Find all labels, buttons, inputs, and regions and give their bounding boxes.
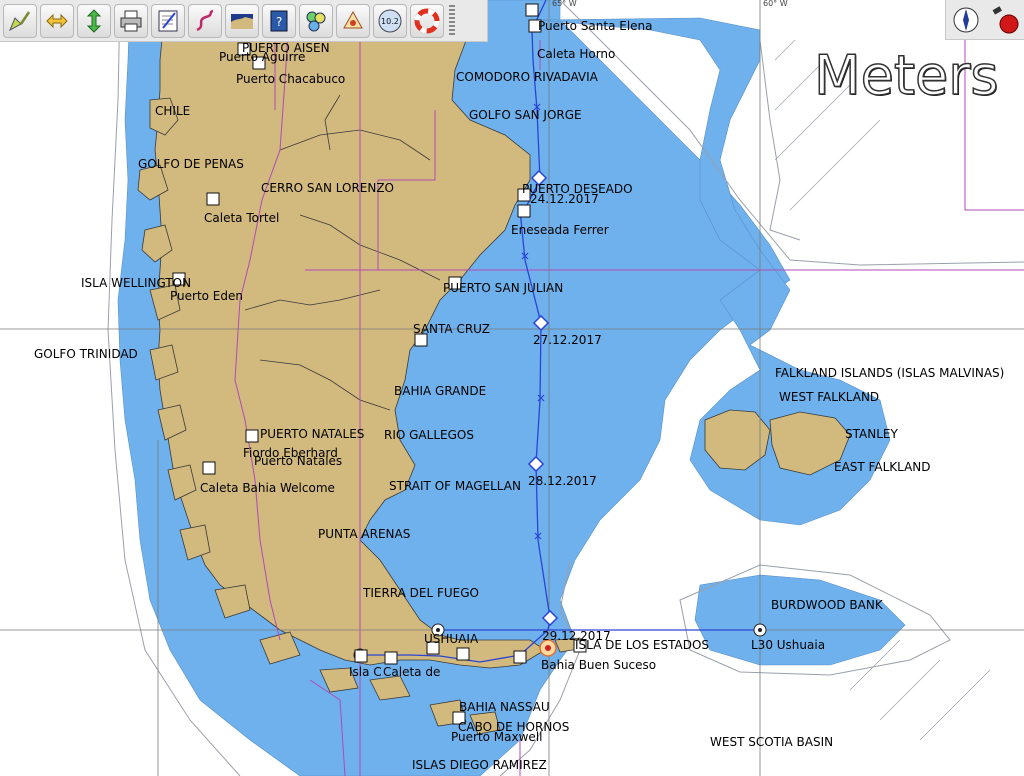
layers-icon xyxy=(306,11,326,31)
label-isla-wellington: ISLA WELLINGTON xyxy=(81,276,191,290)
label-punta-arenas: PUNTA ARENAS xyxy=(318,527,410,541)
svg-text:10.2: 10.2 xyxy=(381,17,399,26)
label-west-falkland: WEST FALKLAND xyxy=(779,390,879,404)
zoom-in-button[interactable] xyxy=(40,3,74,38)
label-puerto-eden: Puerto Eden xyxy=(170,289,243,303)
label-lon-60w: 60° W xyxy=(763,0,788,8)
label-caleta-bahia-welcome: Caleta Bahia Welcome xyxy=(200,481,335,495)
svg-text:?: ? xyxy=(276,15,282,29)
track-icon xyxy=(196,9,214,31)
chart-quilt-button[interactable] xyxy=(225,3,259,38)
label-puerto-san-julian: PUERTO SAN JULIAN xyxy=(443,281,563,295)
pencil-route-icon xyxy=(8,10,31,31)
compass-button[interactable] xyxy=(950,4,982,36)
label-tierra-del-fuego: TIERRA DEL FUEGO xyxy=(362,586,479,600)
label-caleta-tortel: Caleta Tortel xyxy=(204,211,279,225)
checklist-icon xyxy=(158,10,178,31)
toolbar-grip[interactable] xyxy=(449,4,455,37)
label-east-falkland: EAST FALKLAND xyxy=(834,460,931,474)
label-ushuaia: USHUAIA xyxy=(424,632,479,646)
label-rio-gallegos: RIO GALLEGOS xyxy=(384,428,474,442)
label-west-scotia-basin: WEST SCOTIA BASIN xyxy=(710,735,833,749)
print-button[interactable] xyxy=(114,3,148,38)
lifebuoy-icon xyxy=(414,8,440,33)
label-bahia-nassau: BAHIA NASSAU xyxy=(459,700,550,714)
label-date-27: 27.12.2017 xyxy=(533,333,602,347)
vertical-arrows-icon xyxy=(86,8,102,33)
mob-button[interactable] xyxy=(410,3,444,38)
label-stanley: STANLEY xyxy=(845,427,898,441)
settings-icon xyxy=(343,10,363,28)
label-caleta-de: Caleta de xyxy=(383,665,440,679)
main-toolbar: ? 10.2 xyxy=(0,0,488,42)
label-l30-ushuaia: L30 Ushuaia xyxy=(751,638,825,652)
label-strait-of-magellan: STRAIT OF MAGELLAN xyxy=(389,479,521,493)
units-label: Meters xyxy=(813,43,999,108)
label-falkland-islands: FALKLAND ISLANDS (ISLAS MALVINAS) xyxy=(775,366,1004,380)
zoom-out-button[interactable] xyxy=(77,3,111,38)
label-puerto-santa-elena: Puerto Santa Elena xyxy=(538,19,653,33)
label-puerto-natales: Puerto Natales xyxy=(254,454,342,468)
label-bahia-buen-suceso: Bahia Buen Suceso xyxy=(541,658,656,672)
gps-status-button[interactable] xyxy=(989,4,1021,36)
help-button[interactable]: ? xyxy=(262,3,296,38)
label-lon-65w: 65° W xyxy=(552,0,577,8)
label-eneseada-ferrer: Eneseada Ferrer xyxy=(511,223,609,237)
gauge-icon: 10.2 xyxy=(378,9,402,32)
route-manager-button[interactable] xyxy=(151,3,185,38)
label-isla-de-los-estados: ISLA DE LOS ESTADOS xyxy=(575,638,709,652)
label-bahia-grande: BAHIA GRANDE xyxy=(394,384,486,398)
label-santa-cruz: SANTA CRUZ xyxy=(413,322,490,336)
label-islas-diego-ramirez: ISLAS DIEGO RAMIREZ xyxy=(412,758,547,772)
label-date-24: 24.12.2017 xyxy=(530,192,599,206)
label-puerto-natales-caps: PUERTO NATALES xyxy=(260,427,364,441)
label-burdwood-bank: BURDWOOD BANK xyxy=(771,598,884,612)
label-comodoro-rivadavia: COMODORO RIVADAVIA xyxy=(456,70,599,84)
route-tool-button[interactable] xyxy=(3,3,37,38)
help-book-icon: ? xyxy=(270,10,288,31)
gps-icon xyxy=(992,5,1018,33)
label-chile: CHILE xyxy=(155,104,190,118)
nautical-chart[interactable]: Puerto Santa Elena Caleta Horno COMODORO… xyxy=(0,0,1024,776)
label-caleta-horno: Caleta Horno xyxy=(537,47,615,61)
compass-icon xyxy=(953,7,978,32)
label-cerro-san-lorenzo: CERRO SAN LORENZO xyxy=(261,181,394,195)
track-button[interactable] xyxy=(188,3,222,38)
settings-button[interactable] xyxy=(336,3,370,38)
label-golfo-san-jorge: GOLFO SAN JORGE xyxy=(469,108,582,122)
chart-icon xyxy=(231,13,253,29)
label-golfo-trinidad: GOLFO TRINIDAD xyxy=(34,347,138,361)
status-tools xyxy=(945,0,1024,40)
printer-icon xyxy=(120,10,142,31)
layers-button[interactable] xyxy=(299,3,333,38)
label-puerto-aguirre: Puerto Aguirre xyxy=(219,50,305,64)
label-golfo-de-penas: GOLFO DE PENAS xyxy=(138,157,244,171)
label-date-28: 28.12.2017 xyxy=(528,474,597,488)
dashboard-button[interactable]: 10.2 xyxy=(373,3,407,38)
label-puerto-maxwell: Puerto Maxwell xyxy=(451,730,542,744)
label-isla-c: Isla C xyxy=(349,665,382,679)
horizontal-arrows-icon xyxy=(46,13,68,28)
label-puerto-chacabuco: Puerto Chacabuco xyxy=(236,72,345,86)
